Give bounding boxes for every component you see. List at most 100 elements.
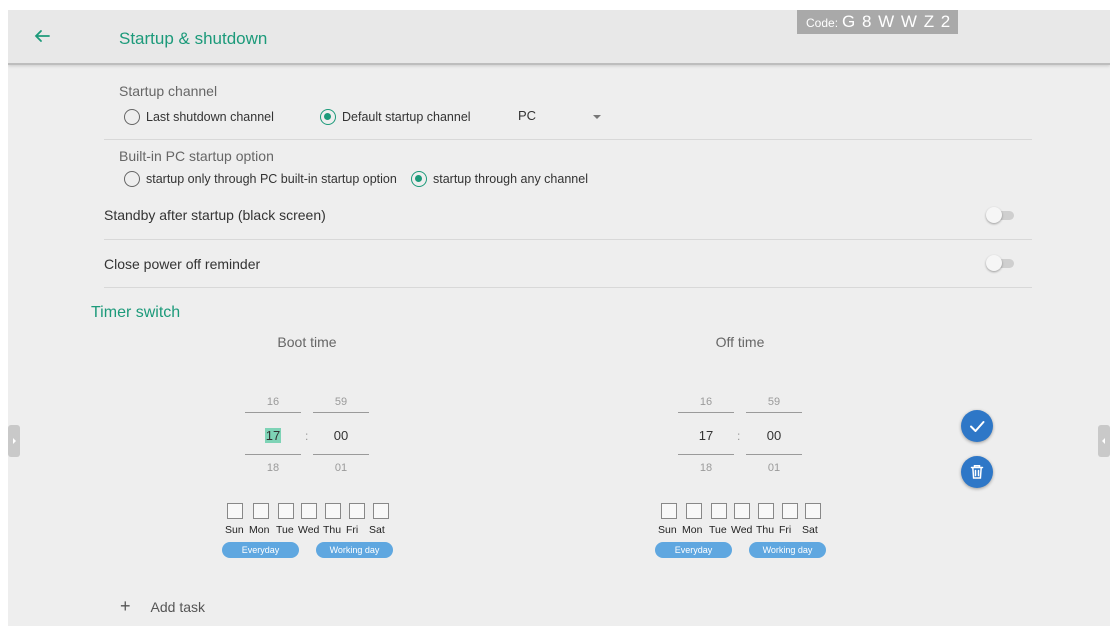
- standby-label: Standby after startup (black screen): [104, 207, 326, 223]
- boot-hour-selected[interactable]: 17: [245, 428, 301, 443]
- divider: [104, 239, 1032, 240]
- back-button[interactable]: [30, 24, 54, 48]
- day-label-wed: Wed: [298, 524, 320, 536]
- off-day-checkbox-wed[interactable]: [734, 503, 750, 519]
- trash-icon: [970, 465, 984, 479]
- boot-day-checkbox-sun[interactable]: [227, 503, 243, 519]
- standby-toggle[interactable]: [986, 207, 1016, 223]
- radio-startup-any-channel[interactable]: startup through any channel: [411, 171, 588, 187]
- boot-hour-prev[interactable]: 16: [245, 396, 301, 408]
- day-label-tue: Tue: [709, 524, 727, 536]
- timer-switch-title: Timer switch: [91, 304, 181, 321]
- picker-line: [746, 412, 802, 413]
- settings-window: Startup & shutdown Code: G 8 W W Z 2 Star…: [8, 10, 1110, 626]
- boot-day-checkbox-thu[interactable]: [325, 503, 341, 519]
- boot-min-prev[interactable]: 59: [313, 396, 369, 408]
- chevron-left-icon: [1102, 438, 1105, 444]
- boot-day-checkbox-mon[interactable]: [253, 503, 269, 519]
- radio-default-startup-channel[interactable]: Default startup channel: [320, 109, 471, 125]
- builtin-pc-label: Built-in PC startup option: [119, 148, 274, 164]
- right-side-tab[interactable]: [1098, 425, 1110, 457]
- off-day-checkbox-thu[interactable]: [758, 503, 774, 519]
- power-off-reminder-label: Close power off reminder: [104, 256, 261, 272]
- off-day-checkbox-mon[interactable]: [686, 503, 702, 519]
- code-value: G 8 W W Z 2: [842, 12, 952, 31]
- day-label-fri: Fri: [779, 524, 792, 536]
- divider: [104, 139, 1032, 140]
- dropdown-caret-icon: [593, 115, 601, 119]
- radio-label: startup through any channel: [433, 172, 588, 186]
- radio-label: Last shutdown channel: [146, 110, 274, 124]
- power-off-reminder-toggle[interactable]: [986, 255, 1016, 271]
- header-bar: Startup & shutdown Code: G 8 W W Z 2: [8, 10, 1110, 65]
- chevron-right-icon: [13, 438, 16, 444]
- off-hour-prev[interactable]: 16: [678, 396, 734, 408]
- time-colon: :: [305, 429, 309, 443]
- radio-label: Default startup channel: [342, 110, 471, 124]
- off-min-prev[interactable]: 59: [746, 396, 802, 408]
- device-code: Code: G 8 W W Z 2: [797, 10, 958, 34]
- off-day-checkbox-sun[interactable]: [661, 503, 677, 519]
- divider: [104, 287, 1032, 288]
- page-title: Startup & shutdown: [119, 29, 268, 48]
- confirm-button[interactable]: [961, 410, 993, 442]
- day-label-thu: Thu: [756, 524, 775, 536]
- off-day-checkbox-sat[interactable]: [805, 503, 821, 519]
- boot-everyday-button[interactable]: Everyday: [222, 542, 299, 558]
- boot-day-checkbox-wed[interactable]: [301, 503, 317, 519]
- boot-day-checkbox-fri[interactable]: [349, 503, 365, 519]
- radio-last-shutdown-channel[interactable]: Last shutdown channel: [124, 109, 274, 125]
- picker-line: [245, 454, 301, 455]
- radio-icon: [124, 171, 140, 187]
- delete-button[interactable]: [961, 456, 993, 488]
- add-task-label: Add task: [150, 598, 205, 615]
- picker-line: [313, 412, 369, 413]
- off-day-checkbox-fri[interactable]: [782, 503, 798, 519]
- code-label: Code:: [806, 16, 839, 30]
- picker-line: [678, 412, 734, 413]
- day-label-fri: Fri: [346, 524, 359, 536]
- boot-min-next[interactable]: 01: [313, 462, 369, 474]
- toggle-knob: [986, 255, 1002, 271]
- day-label-mon: Mon: [249, 524, 270, 536]
- boot-day-checkbox-sat[interactable]: [373, 503, 389, 519]
- radio-selected-icon: [320, 109, 336, 125]
- toggle-knob: [986, 207, 1002, 223]
- radio-selected-icon: [411, 171, 427, 187]
- boot-day-checkbox-tue[interactable]: [278, 503, 294, 519]
- boot-hour-value: 17: [264, 428, 282, 443]
- time-colon: :: [737, 429, 741, 443]
- picker-line: [746, 454, 802, 455]
- startup-channel-label: Startup channel: [119, 83, 218, 99]
- plus-icon: +: [120, 596, 131, 616]
- day-label-sat: Sat: [369, 524, 385, 536]
- radio-startup-pc-builtin-only[interactable]: startup only through PC built-in startup…: [124, 171, 397, 187]
- picker-line: [245, 412, 301, 413]
- picker-line: [678, 454, 734, 455]
- select-value: PC: [518, 108, 537, 123]
- arrow-left-icon: [34, 30, 50, 42]
- off-min-next[interactable]: 01: [746, 462, 802, 474]
- default-channel-select[interactable]: PC: [518, 108, 601, 128]
- off-day-checkbox-tue[interactable]: [711, 503, 727, 519]
- add-task-button[interactable]: + Add task: [120, 596, 205, 617]
- boot-working-day-button[interactable]: Working day: [316, 542, 393, 558]
- day-label-mon: Mon: [682, 524, 703, 536]
- day-label-sun: Sun: [658, 524, 677, 536]
- boot-time-title: Boot time: [277, 334, 337, 350]
- off-working-day-button[interactable]: Working day: [749, 542, 826, 558]
- left-side-tab[interactable]: [8, 425, 20, 457]
- day-label-sun: Sun: [225, 524, 244, 536]
- boot-hour-next[interactable]: 18: [245, 462, 301, 474]
- off-everyday-button[interactable]: Everyday: [655, 542, 732, 558]
- radio-label: startup only through PC built-in startup…: [146, 172, 397, 186]
- off-hour-next[interactable]: 18: [678, 462, 734, 474]
- day-label-sat: Sat: [802, 524, 818, 536]
- off-time-title: Off time: [715, 334, 765, 350]
- radio-icon: [124, 109, 140, 125]
- off-min-selected[interactable]: 00: [746, 428, 802, 443]
- boot-min-selected[interactable]: 00: [313, 428, 369, 443]
- off-hour-selected[interactable]: 17: [678, 428, 734, 443]
- day-label-tue: Tue: [276, 524, 294, 536]
- day-label-wed: Wed: [731, 524, 753, 536]
